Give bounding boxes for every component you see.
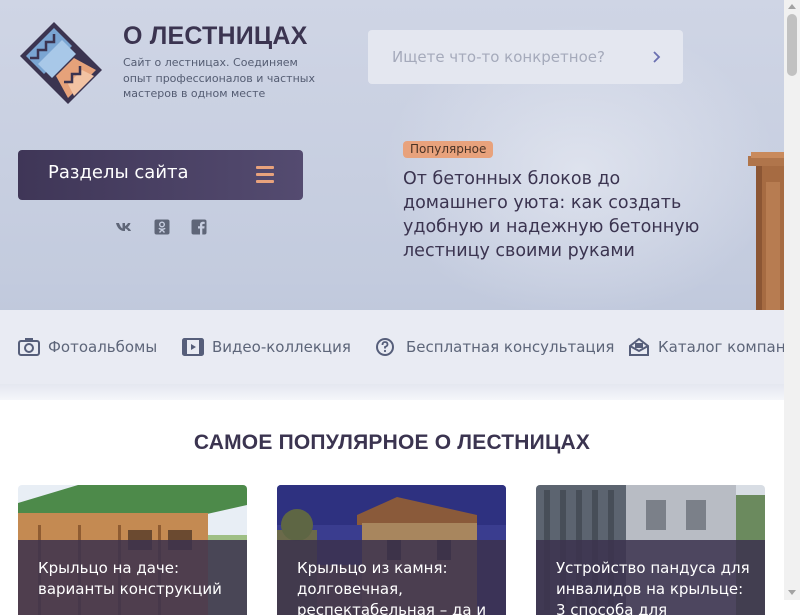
camera-icon bbox=[18, 338, 40, 356]
odnoklassniki-icon[interactable] bbox=[153, 218, 171, 236]
card-title[interactable]: Устройство пандуса для инвалидов на крыл… bbox=[556, 558, 751, 615]
scroll-down-arrow-icon[interactable] bbox=[788, 590, 796, 595]
nav-label: Видео-коллекция bbox=[212, 338, 351, 356]
nav-label: Каталог компаний bbox=[658, 338, 784, 356]
card-title[interactable]: Крыльцо на даче: варианты конструкций bbox=[38, 558, 233, 600]
scrollbar-thumb[interactable] bbox=[787, 14, 797, 76]
scroll-up-arrow-icon[interactable] bbox=[788, 4, 796, 9]
site-title[interactable]: О ЛЕСТНИЦАХ bbox=[123, 22, 308, 51]
main-content: САМОЕ ПОПУЛЯРНОЕ О ЛЕСТНИЦАХ Крыльцо на … bbox=[0, 400, 784, 615]
hamburger-menu-icon bbox=[256, 166, 274, 184]
search-box bbox=[368, 30, 683, 84]
search-submit-icon[interactable] bbox=[649, 49, 665, 65]
site-sections-label: Разделы сайта bbox=[48, 162, 189, 183]
article-card[interactable]: Крыльцо из камня: долговечная, респектаб… bbox=[277, 485, 506, 615]
film-icon bbox=[182, 338, 204, 356]
site-sections-button[interactable]: Разделы сайта bbox=[18, 150, 303, 200]
page-scrollbar[interactable] bbox=[784, 0, 800, 600]
quick-nav-bar: Фотоальбомы Видео-коллекция Бесплатная к… bbox=[0, 310, 784, 384]
article-card[interactable]: Устройство пандуса для инвалидов на крыл… bbox=[536, 485, 765, 615]
nav-label: Фотоальбомы bbox=[48, 338, 158, 356]
nav-label: Бесплатная консультация bbox=[406, 338, 615, 356]
site-description: Сайт о лестницах. Соединяем опыт професс… bbox=[123, 56, 315, 100]
question-circle-icon bbox=[376, 338, 394, 356]
catalog-icon bbox=[629, 337, 649, 356]
popular-badge[interactable]: Популярное bbox=[403, 141, 494, 158]
featured-article-title[interactable]: От бетонных блоков до домашнего уюта: ка… bbox=[403, 167, 723, 263]
facebook-icon[interactable] bbox=[190, 218, 208, 236]
popular-section-title: САМОЕ ПОПУЛЯРНОЕ О ЛЕСТНИЦАХ bbox=[193, 431, 591, 454]
vk-icon[interactable] bbox=[115, 218, 133, 236]
nav-bottom-strip bbox=[0, 384, 784, 400]
article-card[interactable]: Крыльцо на даче: варианты конструкций bbox=[18, 485, 247, 615]
card-title[interactable]: Крыльцо из камня: долговечная, респектаб… bbox=[297, 558, 492, 615]
site-logo[interactable] bbox=[16, 18, 104, 106]
search-input[interactable] bbox=[368, 30, 638, 84]
